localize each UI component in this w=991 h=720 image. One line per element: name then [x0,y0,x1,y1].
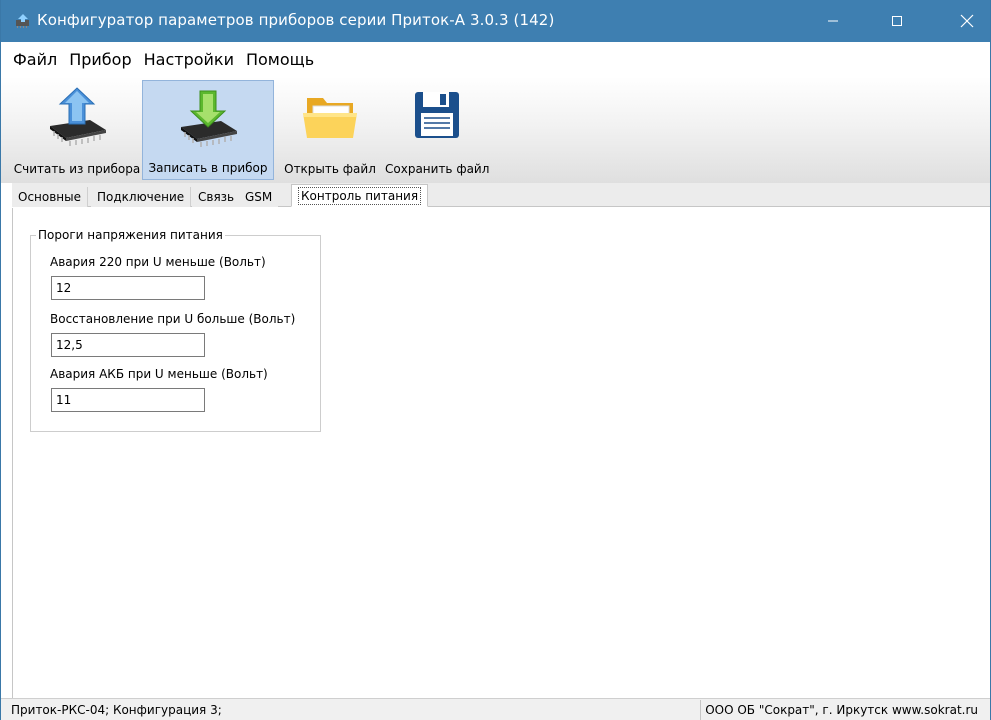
menu-settings[interactable]: Настройки [138,42,240,77]
folder-icon [303,98,357,138]
app-window: Конфигуратор параметров приборов серии П… [0,0,991,720]
minimize-icon [828,20,838,22]
tab-link[interactable]: Связь [192,187,242,207]
write-to-device-button[interactable]: Записать в прибор [142,80,274,180]
restore-voltage-input[interactable] [51,333,205,357]
menu-bar: Файл Прибор Настройки Помощь [1,42,990,77]
tab-power-control-label: Контроль питания [298,187,422,205]
menu-device[interactable]: Прибор [63,42,137,77]
read-from-device-label: Считать из прибора [13,162,141,176]
save-file-button[interactable]: Сохранить файл [385,80,489,180]
close-icon [960,14,974,28]
tab-power-control[interactable]: Контроль питания [291,184,429,207]
save-file-label: Сохранить файл [385,162,490,176]
minimize-button[interactable] [810,0,856,42]
maximize-icon [892,16,902,26]
chip-upload-icon [50,87,106,146]
group-title: Пороги напряжения питания [36,228,225,242]
tab-content-panel: Пороги напряжения питания Авария 220 при… [12,208,990,698]
tab-basic[interactable]: Основные [12,187,89,207]
chip-download-icon [181,90,237,147]
write-to-device-label: Записать в прибор [148,161,268,175]
open-file-button[interactable]: Открыть файл [281,80,379,180]
tab-connection[interactable]: Подключение [91,187,192,207]
status-device-info: Приток-РКС-04; Конфигурация 3; [11,703,222,717]
close-button[interactable] [944,0,990,42]
tab-strip: Основные Подключение Связь GSM Контроль … [12,183,990,207]
app-logo-icon [16,14,29,28]
voltage-thresholds-group: Пороги напряжения питания Авария 220 при… [30,228,321,432]
field-label-ac-fault: Авария 220 при U меньше (Вольт) [50,255,266,269]
menu-help[interactable]: Помощь [240,42,320,77]
menu-file[interactable]: Файл [13,42,63,77]
tab-gsm[interactable]: GSM [239,187,279,207]
field-label-battery-fault: Авария АКБ при U меньше (Вольт) [50,367,268,381]
battery-fault-voltage-input[interactable] [51,388,205,412]
field-label-restore: Восстановление при U больше (Вольт) [50,312,296,326]
ac-fault-voltage-input[interactable] [51,276,205,300]
floppy-disk-icon [415,92,459,138]
toolbar: Считать из прибора Записать в прибор Отк… [1,77,990,183]
open-file-label: Открыть файл [284,162,376,176]
status-bar: Приток-РКС-04; Конфигурация 3; ООО ОБ "С… [1,698,990,720]
status-company-info: ООО ОБ "Сократ", г. Иркутск www.sokrat.r… [700,700,978,720]
maximize-button[interactable] [874,0,920,42]
title-bar[interactable]: Конфигуратор параметров приборов серии П… [1,0,990,42]
window-title: Конфигуратор параметров приборов серии П… [37,11,555,29]
read-from-device-button[interactable]: Считать из прибора [12,80,142,180]
